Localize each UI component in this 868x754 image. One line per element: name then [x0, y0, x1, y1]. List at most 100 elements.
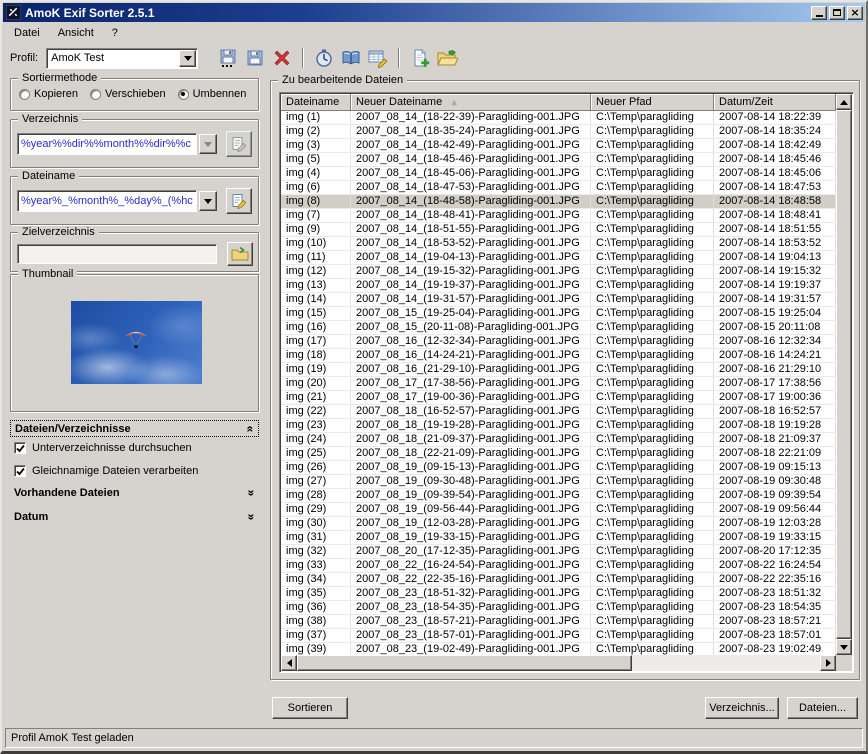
edit-variables-icon: [231, 136, 247, 152]
table-row[interactable]: img (36)2007_08_23_(18-54-35)-Paraglidin…: [281, 601, 836, 615]
dateien-button[interactable]: Dateien...: [787, 697, 858, 719]
menu-ansicht[interactable]: Ansicht: [54, 25, 102, 41]
radio-verschieben[interactable]: Verschieben: [90, 88, 166, 100]
table-row[interactable]: img (21)2007_08_17_(19-00-36)-Paraglidin…: [281, 391, 836, 405]
timer-button[interactable]: [312, 46, 336, 70]
table-row[interactable]: img (16)2007_08_15_(20-11-08)-Paraglidin…: [281, 321, 836, 335]
edit-table-button[interactable]: [366, 46, 390, 70]
save-as-profile-button[interactable]: [216, 46, 240, 70]
profil-combobox[interactable]: AmoK Test: [46, 48, 198, 69]
table-row[interactable]: img (26)2007_08_19_(09-15-13)-Paraglidin…: [281, 461, 836, 475]
table-cell: C:\Temp\paragliding: [591, 419, 714, 432]
column-header-dateiname[interactable]: Dateiname: [281, 94, 351, 111]
table-row[interactable]: img (20)2007_08_17_(17-38-56)-Paraglidin…: [281, 377, 836, 391]
dateiname-edit-button[interactable]: [226, 188, 252, 214]
vertical-scrollbar[interactable]: [836, 94, 852, 655]
sortieren-button[interactable]: Sortieren: [272, 697, 348, 719]
expander-datum[interactable]: Datum »: [10, 509, 259, 525]
table-cell: C:\Temp\paragliding: [591, 643, 714, 655]
table-row[interactable]: img (28)2007_08_19_(09-39-54)-Paraglidin…: [281, 489, 836, 503]
table-row[interactable]: img (38)2007_08_23_(18-57-21)-Paraglidin…: [281, 615, 836, 629]
table-row[interactable]: img (8)2007_08_14_(18-48-58)-Paragliding…: [281, 195, 836, 209]
profil-combobox-dropdown-button[interactable]: [179, 50, 196, 67]
expander-dateien-verzeichnisse[interactable]: Dateien/Verzeichnisse «: [10, 420, 259, 437]
save-profile-button[interactable]: [243, 46, 267, 70]
scroll-down-button[interactable]: [836, 639, 852, 655]
table-row[interactable]: img (12)2007_08_14_(19-15-32)-Paraglidin…: [281, 265, 836, 279]
table-row[interactable]: img (39)2007_08_23_(19-02-49)-Paraglidin…: [281, 643, 836, 655]
zielverzeichnis-input[interactable]: [17, 244, 217, 264]
column-header-neuer-dateiname[interactable]: Neuer Dateiname▲: [351, 94, 591, 111]
dateiname-dropdown-button[interactable]: [199, 191, 217, 211]
table-row[interactable]: img (14)2007_08_14_(19-31-57)-Paraglidin…: [281, 293, 836, 307]
menu-help[interactable]: ?: [108, 25, 126, 41]
paraglider-icon: [121, 328, 151, 354]
verzeichnis-dropdown-button[interactable]: [199, 134, 217, 154]
table-row[interactable]: img (37)2007_08_23_(18-57-01)-Paraglidin…: [281, 629, 836, 643]
horizontal-scrollbar[interactable]: [281, 655, 836, 671]
dateiname-input[interactable]: [17, 190, 197, 212]
expander-label: Datum: [14, 511, 48, 523]
table-cell: 2007-08-14 18:45:46: [714, 153, 836, 166]
table-row[interactable]: img (13)2007_08_14_(19-19-37)-Paraglidin…: [281, 279, 836, 293]
table-row[interactable]: img (24)2007_08_18_(21-09-37)-Paraglidin…: [281, 433, 836, 447]
table-row[interactable]: img (32)2007_08_20_(17-12-35)-Paraglidin…: [281, 545, 836, 559]
table-row[interactable]: img (25)2007_08_18_(22-21-09)-Paraglidin…: [281, 447, 836, 461]
table-cell: C:\Temp\paragliding: [591, 461, 714, 474]
column-header-neuer-pfad[interactable]: Neuer Pfad: [591, 94, 714, 111]
table-row[interactable]: img (18)2007_08_16_(14-24-21)-Paraglidin…: [281, 349, 836, 363]
checkbox-gleichnamige[interactable]: Gleichnamige Dateien verarbeiten: [14, 465, 198, 477]
titlebar[interactable]: AmoK Exif Sorter 2.5.1 ×: [3, 3, 865, 22]
horizontal-scroll-track[interactable]: [297, 655, 820, 671]
table-row[interactable]: img (33)2007_08_22_(16-24-54)-Paraglidin…: [281, 559, 836, 573]
table-row[interactable]: img (6)2007_08_14_(18-47-53)-Paragliding…: [281, 181, 836, 195]
verzeichnis-button[interactable]: Verzeichnis...: [705, 697, 779, 719]
vertical-scroll-thumb[interactable]: [836, 110, 852, 639]
horizontal-scroll-thumb[interactable]: [297, 655, 632, 671]
table-row[interactable]: img (4)2007_08_14_(18-45-06)-Paragliding…: [281, 167, 836, 181]
minimize-button[interactable]: [811, 6, 827, 20]
table-row[interactable]: img (7)2007_08_14_(18-48-41)-Paragliding…: [281, 209, 836, 223]
table-row[interactable]: img (29)2007_08_19_(09-56-44)-Paraglidin…: [281, 503, 836, 517]
scroll-right-button[interactable]: [820, 655, 836, 671]
add-files-button[interactable]: [408, 46, 432, 70]
expander-vorhandene-dateien[interactable]: Vorhandene Dateien »: [10, 485, 259, 501]
maximize-button[interactable]: [829, 6, 845, 20]
menu-datei[interactable]: Datei: [10, 25, 48, 41]
add-folder-button[interactable]: [435, 46, 459, 70]
table-row[interactable]: img (17)2007_08_16_(12-32-34)-Paraglidin…: [281, 335, 836, 349]
table-row[interactable]: img (35)2007_08_23_(18-51-32)-Paraglidin…: [281, 587, 836, 601]
close-button[interactable]: ×: [847, 6, 863, 20]
table-row[interactable]: img (11)2007_08_14_(19-04-13)-Paraglidin…: [281, 251, 836, 265]
table-row[interactable]: img (9)2007_08_14_(18-51-55)-Paragliding…: [281, 223, 836, 237]
table-row[interactable]: img (22)2007_08_18_(16-52-57)-Paraglidin…: [281, 405, 836, 419]
table-row[interactable]: img (15)2007_08_15_(19-25-04)-Paraglidin…: [281, 307, 836, 321]
table-row[interactable]: img (10)2007_08_14_(18-53-52)-Paraglidin…: [281, 237, 836, 251]
verzeichnis-input[interactable]: [17, 133, 197, 155]
table-cell: 2007_08_20_(17-12-35)-Paragliding-001.JP…: [351, 545, 591, 558]
delete-profile-button[interactable]: [270, 46, 294, 70]
table-cell: 2007_08_14_(18-35-24)-Paragliding-001.JP…: [351, 125, 591, 138]
scroll-up-button[interactable]: [836, 94, 852, 110]
table-row[interactable]: img (30)2007_08_19_(12-03-28)-Paraglidin…: [281, 517, 836, 531]
verzeichnis-edit-button[interactable]: [226, 131, 252, 157]
table-row[interactable]: img (34)2007_08_22_(22-35-16)-Paraglidin…: [281, 573, 836, 587]
table-row[interactable]: img (5)2007_08_14_(18-45-46)-Paragliding…: [281, 153, 836, 167]
table-row[interactable]: img (2)2007_08_14_(18-35-24)-Paragliding…: [281, 125, 836, 139]
table-row[interactable]: img (27)2007_08_19_(09-30-48)-Paraglidin…: [281, 475, 836, 489]
table-row[interactable]: img (3)2007_08_14_(18-42-49)-Paragliding…: [281, 139, 836, 153]
table-row[interactable]: img (23)2007_08_18_(19-19-28)-Paraglidin…: [281, 419, 836, 433]
scroll-left-button[interactable]: [281, 655, 297, 671]
table-row[interactable]: img (19)2007_08_16_(21-29-10)-Paraglidin…: [281, 363, 836, 377]
radio-kopieren[interactable]: Kopieren: [19, 88, 78, 100]
table-cell: img (2): [281, 125, 351, 138]
column-header-datum-zeit[interactable]: Datum/Zeit: [714, 94, 836, 111]
table-cell: C:\Temp\paragliding: [591, 489, 714, 502]
book-button[interactable]: [339, 46, 363, 70]
table-row[interactable]: img (1)2007_08_14_(18-22-39)-Paragliding…: [281, 111, 836, 125]
zielverzeichnis-browse-button[interactable]: [227, 242, 253, 266]
table-cell: img (37): [281, 629, 351, 642]
radio-umbennen[interactable]: Umbennen: [178, 88, 247, 100]
table-row[interactable]: img (31)2007_08_19_(19-33-15)-Paraglidin…: [281, 531, 836, 545]
checkbox-unterverzeichnisse[interactable]: Unterverzeichnisse durchsuchen: [14, 442, 192, 454]
